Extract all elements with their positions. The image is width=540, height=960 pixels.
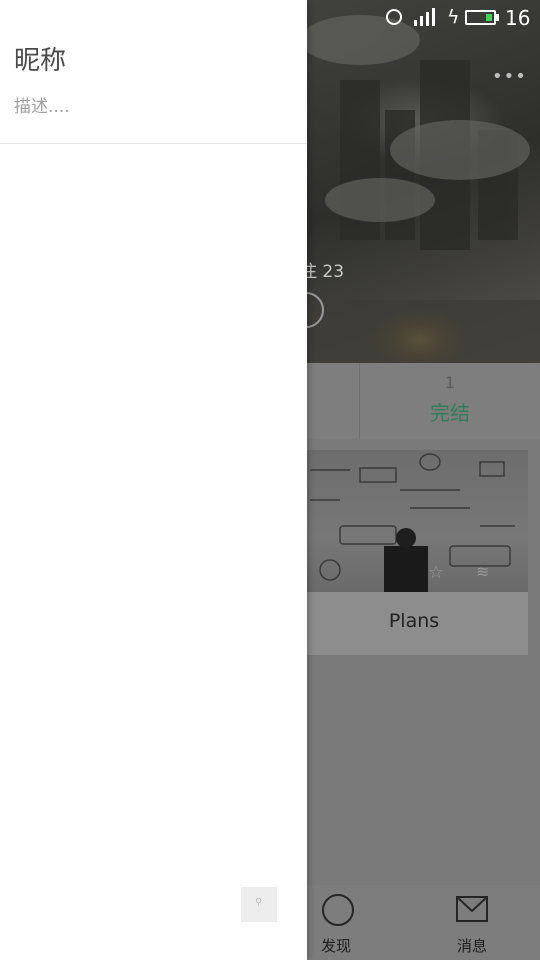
compass-icon (322, 894, 354, 926)
card-image: ☆ ≋ (300, 450, 528, 592)
tab-messages[interactable]: 消息 (432, 885, 512, 960)
nickname-field[interactable]: 昵称 (14, 40, 66, 77)
tab-discover[interactable]: 发现 (298, 885, 378, 960)
layers-icon: ≋ (476, 562, 490, 581)
charging-bolt-icon: ϟ (447, 6, 460, 28)
location-button[interactable]: ⚲ (241, 887, 277, 922)
tab-discover-label: 发现 (320, 937, 351, 955)
whiteboard-illustration (310, 453, 515, 592)
side-drawer: 昵称 描述.... ⚲ (0, 0, 307, 960)
envelope-icon (456, 896, 488, 922)
star-icon[interactable]: ☆ (428, 562, 444, 583)
completed-count: 1 (444, 373, 456, 392)
stats-divider (359, 363, 360, 439)
status-bar: ϟ 16 (300, 0, 540, 38)
card-title: Plans (388, 610, 440, 632)
alarm-clock-icon (386, 9, 402, 25)
description-field[interactable]: 描述.... (14, 92, 70, 117)
battery-cap (496, 14, 499, 21)
completed-tab[interactable]: 完结 (420, 397, 480, 426)
battery-icon (465, 10, 496, 25)
location-pin-icon: ⚲ (255, 897, 263, 908)
plan-card[interactable]: ☆ ≋ Plans (300, 450, 528, 655)
battery-fill (486, 14, 492, 21)
tab-messages-label: 消息 (456, 937, 487, 955)
battery-level: 16 (505, 6, 531, 30)
signal-icon (414, 8, 435, 26)
divider (0, 143, 307, 144)
more-options-icon[interactable]: ••• (492, 66, 527, 87)
